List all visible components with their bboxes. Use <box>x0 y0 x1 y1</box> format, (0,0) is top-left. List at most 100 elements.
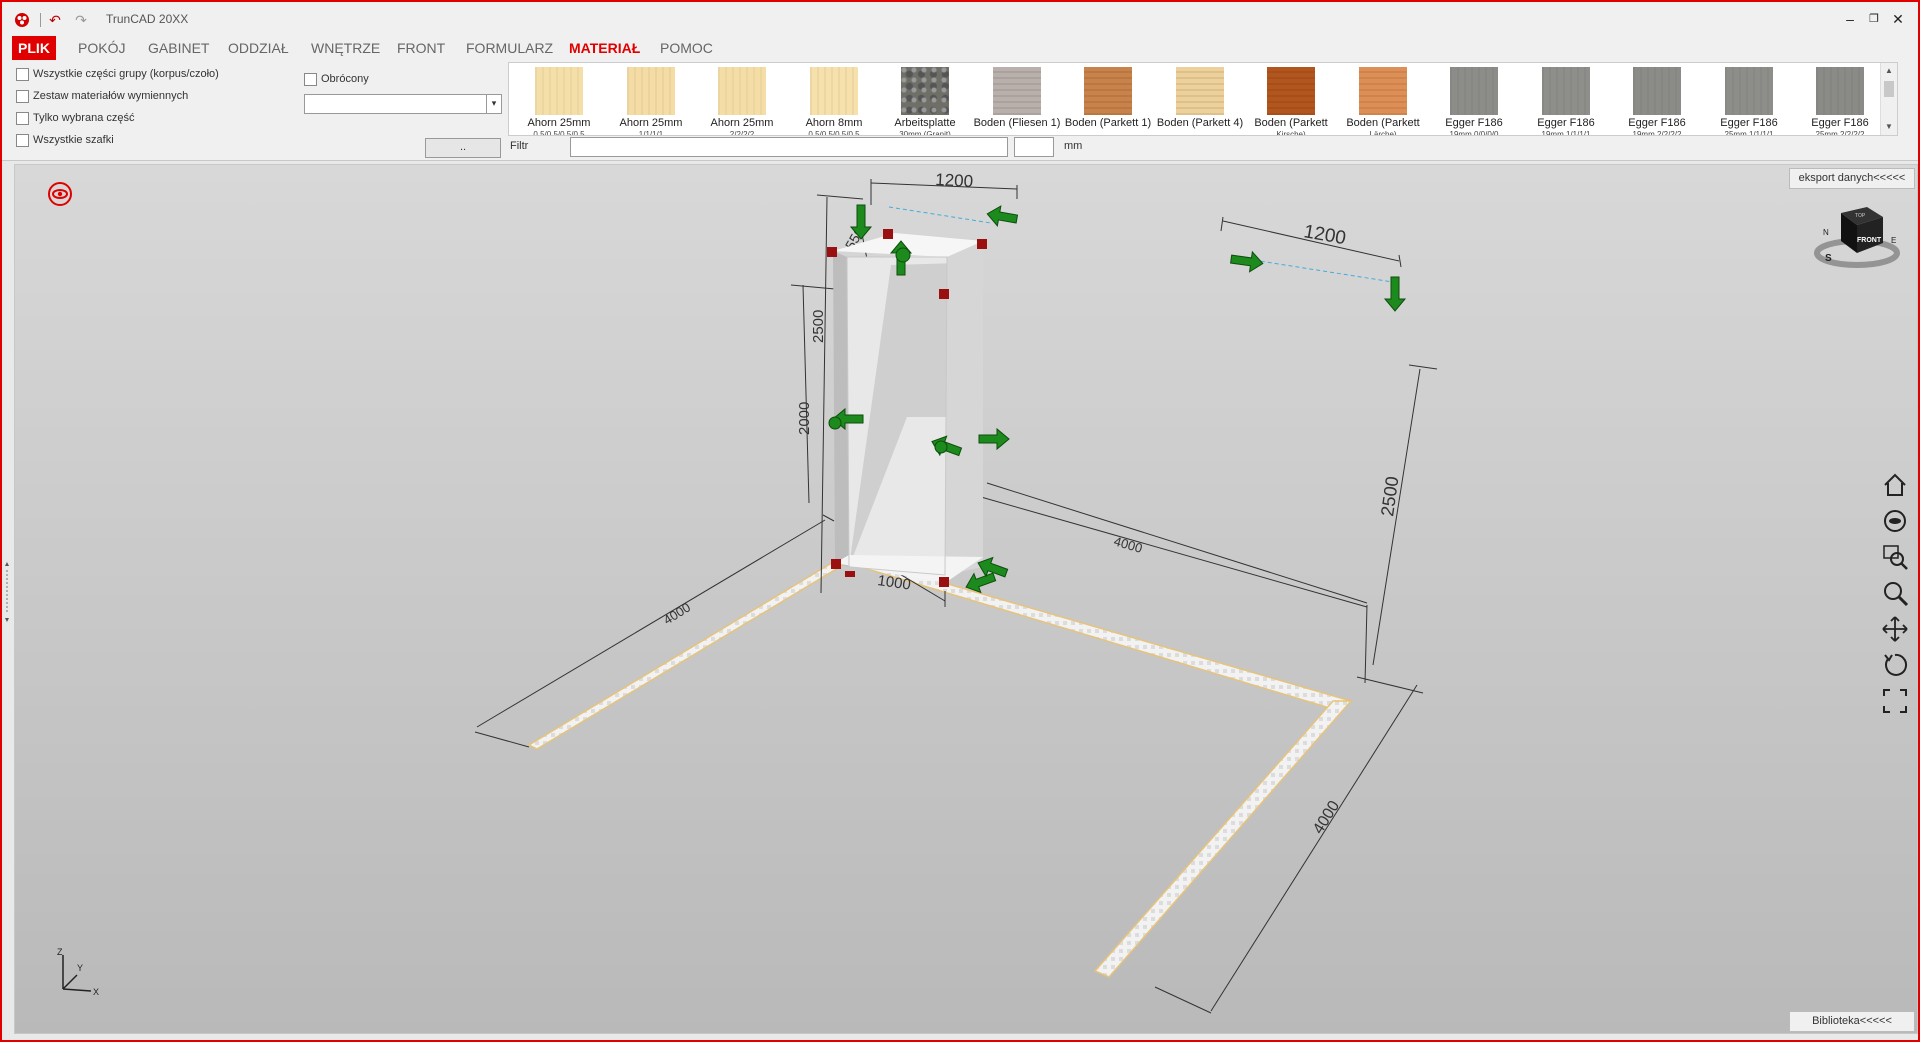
material-swatch[interactable] <box>1725 67 1773 115</box>
material-swatch[interactable] <box>1359 67 1407 115</box>
arrow-left-icon[interactable] <box>986 204 1019 229</box>
3d-viewport[interactable]: 1200 1200 550 2500 2000 1000 4000 4000 4… <box>14 164 1918 1034</box>
grip-icon[interactable] <box>934 440 948 454</box>
truncad-logo-icon[interactable] <box>14 12 30 28</box>
viewcube-e[interactable]: E <box>1891 236 1896 245</box>
rotate-icon[interactable] <box>1881 651 1909 679</box>
scroll-thumb[interactable] <box>1884 81 1894 97</box>
checkbox-box[interactable] <box>304 72 317 86</box>
selected-part-only-checkbox[interactable]: Tylko wybrana część <box>16 109 134 127</box>
gallery-scrollbar[interactable]: ▲ ▼ <box>1880 63 1897 135</box>
wall-left[interactable] <box>527 560 845 750</box>
material-swatch-item[interactable]: Ahorn 25mm 0,5/0,5/0,5/0,5 <box>513 63 603 135</box>
cabinet-right-panel[interactable] <box>945 241 983 575</box>
material-swatch-item[interactable]: Arbeitsplatte 30mm (Granit) <box>879 63 969 135</box>
dim-top-width-right[interactable]: 1200 <box>1302 221 1347 249</box>
grip-icon[interactable] <box>828 416 842 430</box>
material-swatch[interactable] <box>718 67 766 115</box>
material-swatch[interactable] <box>993 67 1041 115</box>
material-swatch-item[interactable]: Ahorn 25mm 2/2/2/2 <box>696 63 786 135</box>
library-button[interactable]: Biblioteka<<<<< <box>1789 1011 1915 1032</box>
material-swatch-item[interactable]: Boden (Parkett Lärche) <box>1337 63 1427 135</box>
filter-input[interactable] <box>570 137 1008 157</box>
chevron-down-icon[interactable]: ▾ <box>486 95 501 113</box>
room-walls[interactable] <box>527 556 1354 978</box>
material-swatch-item[interactable]: Boden (Parkett 4) <box>1154 63 1244 135</box>
fullscreen-icon[interactable] <box>1881 687 1909 715</box>
material-swatch-item[interactable]: Ahorn 8mm 0,5/0,5/0,5/0,5 <box>788 63 878 135</box>
zoom-window-icon[interactable] <box>1881 543 1909 571</box>
export-data-button[interactable]: eksport danych<<<<< <box>1789 168 1915 189</box>
wall-right[interactable] <box>1093 700 1353 978</box>
scroll-down-icon[interactable]: ▼ <box>1881 121 1897 133</box>
redo-icon[interactable]: ↷ <box>72 11 90 29</box>
viewcube-s[interactable]: S <box>1825 253 1832 264</box>
all-parts-group-checkbox[interactable]: Wszystkie części grupy (korpus/czoło) <box>16 65 219 83</box>
dim-wall-back[interactable]: 4000 <box>1112 533 1144 555</box>
tab-pomoc[interactable]: POMOC <box>654 36 719 60</box>
checkbox-box[interactable] <box>16 133 29 147</box>
close-icon[interactable]: ✕ <box>1886 10 1910 28</box>
material-swatch[interactable] <box>1084 67 1132 115</box>
tab-plik[interactable]: PLIK <box>12 36 56 60</box>
tab-wnetrze[interactable]: WNĘTRZE <box>305 36 386 60</box>
tab-pokoj[interactable]: POKÓJ <box>72 36 131 60</box>
replaceable-sets-checkbox[interactable]: Zestaw materiałów wymiennych <box>16 87 188 105</box>
material-swatch[interactable] <box>1450 67 1498 115</box>
zoom-icon[interactable] <box>1881 579 1909 607</box>
material-swatch[interactable] <box>1176 67 1224 115</box>
all-cabinets-checkbox[interactable]: Wszystkie szafki <box>16 131 114 149</box>
tab-gabinet[interactable]: GABINET <box>142 36 215 60</box>
eye-icon[interactable] <box>47 181 73 207</box>
viewcube-n[interactable]: N <box>1823 228 1829 237</box>
material-swatch[interactable] <box>1267 67 1315 115</box>
checkbox-box[interactable] <box>16 89 29 103</box>
material-swatch[interactable] <box>1633 67 1681 115</box>
cabinet-left-panel[interactable] <box>833 251 849 567</box>
material-swatch-item[interactable]: Boden (Fliesen 1) <box>971 63 1061 135</box>
material-swatch[interactable] <box>1542 67 1590 115</box>
material-swatch[interactable] <box>627 67 675 115</box>
scroll-up-icon[interactable]: ▲ <box>1881 65 1897 77</box>
material-swatch[interactable] <box>1816 67 1864 115</box>
material-swatch-item[interactable]: Egger F186 25mm 1/1/1/1 <box>1703 63 1793 135</box>
scene-canvas[interactable]: 1200 1200 550 2500 2000 1000 4000 4000 4… <box>15 165 1917 1033</box>
undo-icon[interactable]: ↶ <box>46 11 64 29</box>
dim-wall-left[interactable]: 4000 <box>661 599 693 627</box>
restore-icon[interactable]: ❐ <box>1862 10 1886 28</box>
arrow-side-right-icon[interactable] <box>978 427 1010 451</box>
dim-top-width[interactable]: 1200 <box>935 170 974 191</box>
material-swatch-item[interactable]: Egger F186 19mm 1/1/1/1 <box>1520 63 1610 135</box>
dim-height-outer[interactable]: 2500 <box>810 310 827 343</box>
tab-material[interactable]: MATERIAŁ <box>563 36 646 60</box>
browse-button[interactable]: .. <box>425 138 501 158</box>
checkbox-box[interactable] <box>16 67 29 81</box>
viewcube-front[interactable]: FRONT <box>1857 237 1882 244</box>
view-cube[interactable]: FRONT TOP N E S <box>1811 195 1903 271</box>
material-swatch-item[interactable]: Ahorn 25mm 1/1/1/1 <box>605 63 695 135</box>
wall-back[interactable] <box>838 556 1354 710</box>
orbit-icon[interactable] <box>1881 507 1909 535</box>
tab-front[interactable]: FRONT <box>391 36 451 60</box>
dim-height-inner[interactable]: 2000 <box>796 402 813 435</box>
panel-grip-icon[interactable] <box>4 562 10 622</box>
minimize-icon[interactable]: – <box>1838 10 1862 28</box>
checkbox-box[interactable] <box>16 111 29 125</box>
arrow-right-icon[interactable] <box>1230 249 1264 273</box>
arrow-down-right-icon[interactable] <box>1383 276 1407 312</box>
thickness-input[interactable] <box>1014 137 1054 157</box>
tab-oddzial[interactable]: ODDZIAŁ <box>222 36 295 60</box>
tab-formularz[interactable]: FORMULARZ <box>460 36 559 60</box>
material-swatch-item[interactable]: Egger F186 19mm 0/0/0/0 <box>1428 63 1518 135</box>
material-swatch-item[interactable]: Boden (Parkett Kirsche) <box>1245 63 1335 135</box>
flipped-checkbox[interactable]: Obrócony <box>304 70 369 88</box>
home-icon[interactable] <box>1881 471 1909 499</box>
dim-height-right[interactable]: 2500 <box>1377 475 1402 517</box>
pan-icon[interactable] <box>1881 615 1909 643</box>
material-swatch-item[interactable]: Egger F186 19mm 2/2/2/2 <box>1611 63 1701 135</box>
material-swatch[interactable] <box>535 67 583 115</box>
grip-icon[interactable] <box>895 247 911 263</box>
dim-wall-right[interactable]: 4000 <box>1310 798 1343 837</box>
material-swatch[interactable] <box>901 67 949 115</box>
material-set-dropdown[interactable]: ▾ <box>304 94 502 114</box>
